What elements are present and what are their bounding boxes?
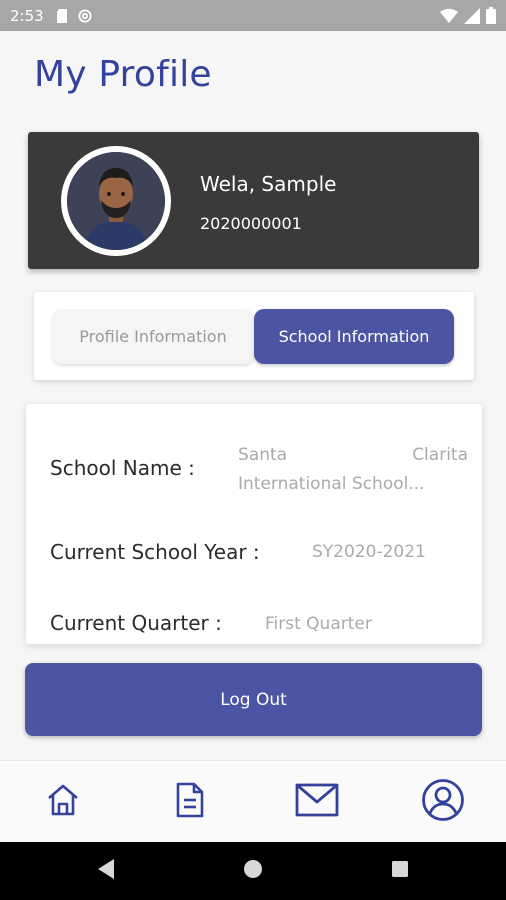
logout-button[interactable]: Log Out — [25, 663, 482, 736]
signal-icon — [464, 7, 480, 28]
recents-square-icon — [391, 860, 409, 882]
mail-icon — [295, 783, 339, 821]
home-icon — [45, 782, 81, 822]
nav-documents[interactable] — [167, 779, 213, 825]
home-button[interactable] — [240, 858, 266, 884]
back-triangle-icon — [96, 858, 116, 884]
school-name-label: School Name : — [50, 456, 195, 480]
avatar — [67, 152, 165, 250]
tab-profile-information[interactable]: Profile Information — [52, 309, 254, 364]
sd-card-icon — [56, 8, 70, 23]
profile-id: 2020000001 — [200, 214, 302, 233]
status-bar: 2:53 — [0, 0, 506, 31]
status-time: 2:53 — [10, 6, 44, 25]
nav-profile[interactable] — [420, 779, 466, 825]
nav-messages[interactable] — [294, 779, 340, 825]
bottom-nav — [0, 760, 506, 842]
profile-icon — [421, 778, 465, 826]
school-info-card: School Name : Santa Clarita Internationa… — [26, 404, 482, 644]
system-nav-bar — [0, 842, 506, 900]
school-name-value-line2: International School... — [238, 474, 425, 494]
school-name-value-part2: Clarita — [412, 445, 468, 465]
avatar-ring — [61, 146, 171, 256]
nav-home[interactable] — [40, 779, 86, 825]
battery-icon — [486, 7, 496, 28]
at-sign-icon — [78, 8, 92, 23]
document-icon — [174, 782, 206, 822]
tabs-card: Profile Information School Information — [34, 292, 474, 380]
profile-name: Wela, Sample — [200, 172, 337, 196]
recents-button[interactable] — [387, 858, 413, 884]
wifi-icon — [440, 8, 458, 28]
quarter-value: First Quarter — [265, 614, 372, 634]
school-name-value-line1: Santa Clarita — [238, 445, 468, 465]
school-year-value: SY2020-2021 — [312, 542, 426, 562]
page-title: My Profile — [34, 54, 212, 95]
school-name-value-part1: Santa — [238, 445, 288, 465]
home-circle-icon — [243, 859, 263, 883]
profile-card: Wela, Sample 2020000001 — [28, 132, 479, 269]
school-year-label: Current School Year : — [50, 540, 260, 564]
tab-school-information[interactable]: School Information — [254, 309, 454, 364]
back-button[interactable] — [93, 858, 119, 884]
quarter-label: Current Quarter : — [50, 611, 222, 635]
